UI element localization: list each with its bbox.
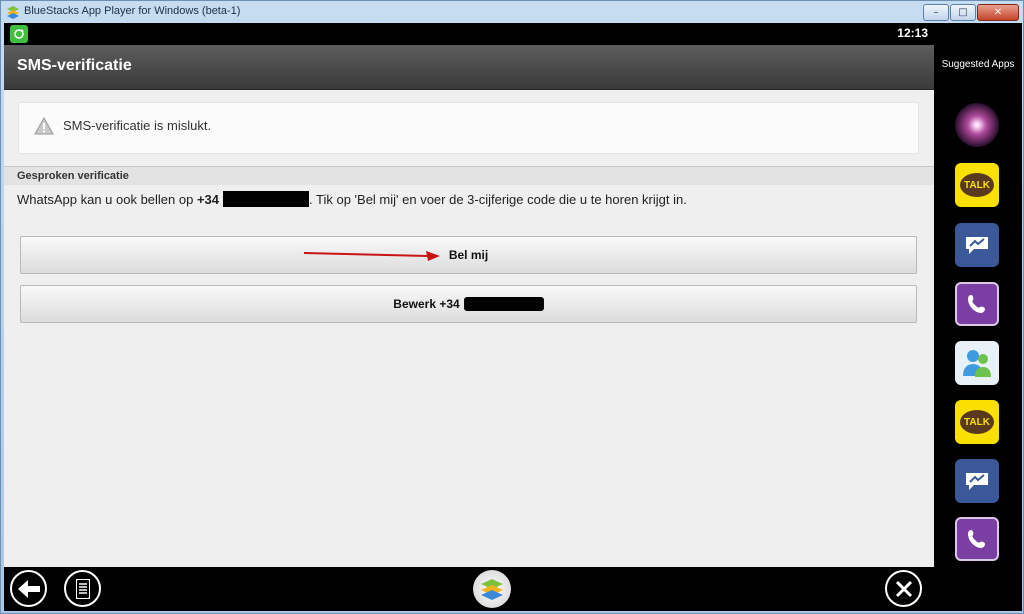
phone-icon [968, 530, 985, 548]
suggested-apps-title: Suggested Apps [941, 59, 1015, 70]
call-me-label: Bel mij [448, 248, 489, 262]
redacted-phone-number [463, 297, 544, 311]
messenger-icon[interactable] [955, 459, 999, 503]
bluestacks-home-icon [481, 579, 503, 600]
status-bar: 12:13 [4, 23, 934, 45]
title-bar[interactable]: BlueStacks App Player for Windows (beta-… [1, 1, 1023, 24]
windows-live-messenger-icon[interactable] [955, 341, 999, 385]
bluestacks-logo-icon [7, 6, 19, 19]
back-arrow-icon [17, 579, 40, 598]
section-header: Gesproken verificatie [4, 166, 934, 185]
android-nav-bar [4, 567, 934, 611]
back-button[interactable] [10, 570, 47, 607]
action-bar: SMS-verificatie [4, 45, 934, 90]
galaxy-app-icon[interactable] [955, 103, 999, 147]
desc-prefix: WhatsApp kan u ook bellen op [17, 192, 197, 207]
window-title: BlueStacks App Player for Windows (beta-… [24, 5, 241, 17]
redacted-phone-number [223, 191, 310, 207]
desc-suffix: . Tik op 'Bel mij' en voer de 3-cijferig… [309, 192, 687, 207]
edit-number-button[interactable]: Bewerk +34 [20, 285, 917, 323]
page-title: SMS-verificatie [17, 57, 132, 74]
talk-label: TALK [960, 410, 994, 434]
phone-icon [968, 295, 985, 313]
call-me-button[interactable]: Bel mij [20, 236, 917, 274]
talk-label: TALK [960, 173, 994, 197]
minimize-button[interactable]: – [923, 4, 949, 21]
red-arrow-annotation [303, 251, 440, 261]
notice-text: SMS-verificatie is mislukt. [63, 118, 212, 133]
chat-bubble-icon [966, 473, 988, 490]
chat-bubble-icon [966, 237, 988, 254]
viber-icon[interactable] [955, 282, 999, 326]
menu-icon [75, 578, 90, 599]
phone-prefix: +34 [196, 192, 220, 207]
warning-icon [34, 117, 54, 135]
viber-icon[interactable] [955, 517, 999, 561]
menu-button[interactable] [64, 570, 101, 607]
bluestacks-home-button[interactable] [473, 570, 511, 608]
messenger-icon[interactable] [955, 223, 999, 267]
close-button[interactable]: ✕ [977, 4, 1019, 21]
people-icon [963, 350, 991, 377]
suggested-apps-sidebar: Suggested Apps TALK TALK [934, 23, 1022, 611]
maximize-button[interactable]: □ [950, 4, 976, 21]
settings-tools-button[interactable] [885, 570, 922, 607]
kakaotalk-icon[interactable]: TALK [955, 163, 999, 207]
voice-verification-description: WhatsApp kan u ook bellen op +34 . Tik op… [17, 191, 687, 207]
section-header-label: Gesproken verificatie [17, 170, 129, 182]
edit-number-label: Bewerk +34 [393, 297, 460, 311]
sync-icon [10, 25, 28, 43]
tools-icon [895, 580, 912, 597]
android-screen: 12:13 SMS-verificatie SMS-verificatie is… [4, 23, 934, 567]
error-notice: SMS-verificatie is mislukt. [18, 102, 919, 154]
kakaotalk-icon[interactable]: TALK [955, 400, 999, 444]
status-time: 12:13 [897, 26, 928, 40]
